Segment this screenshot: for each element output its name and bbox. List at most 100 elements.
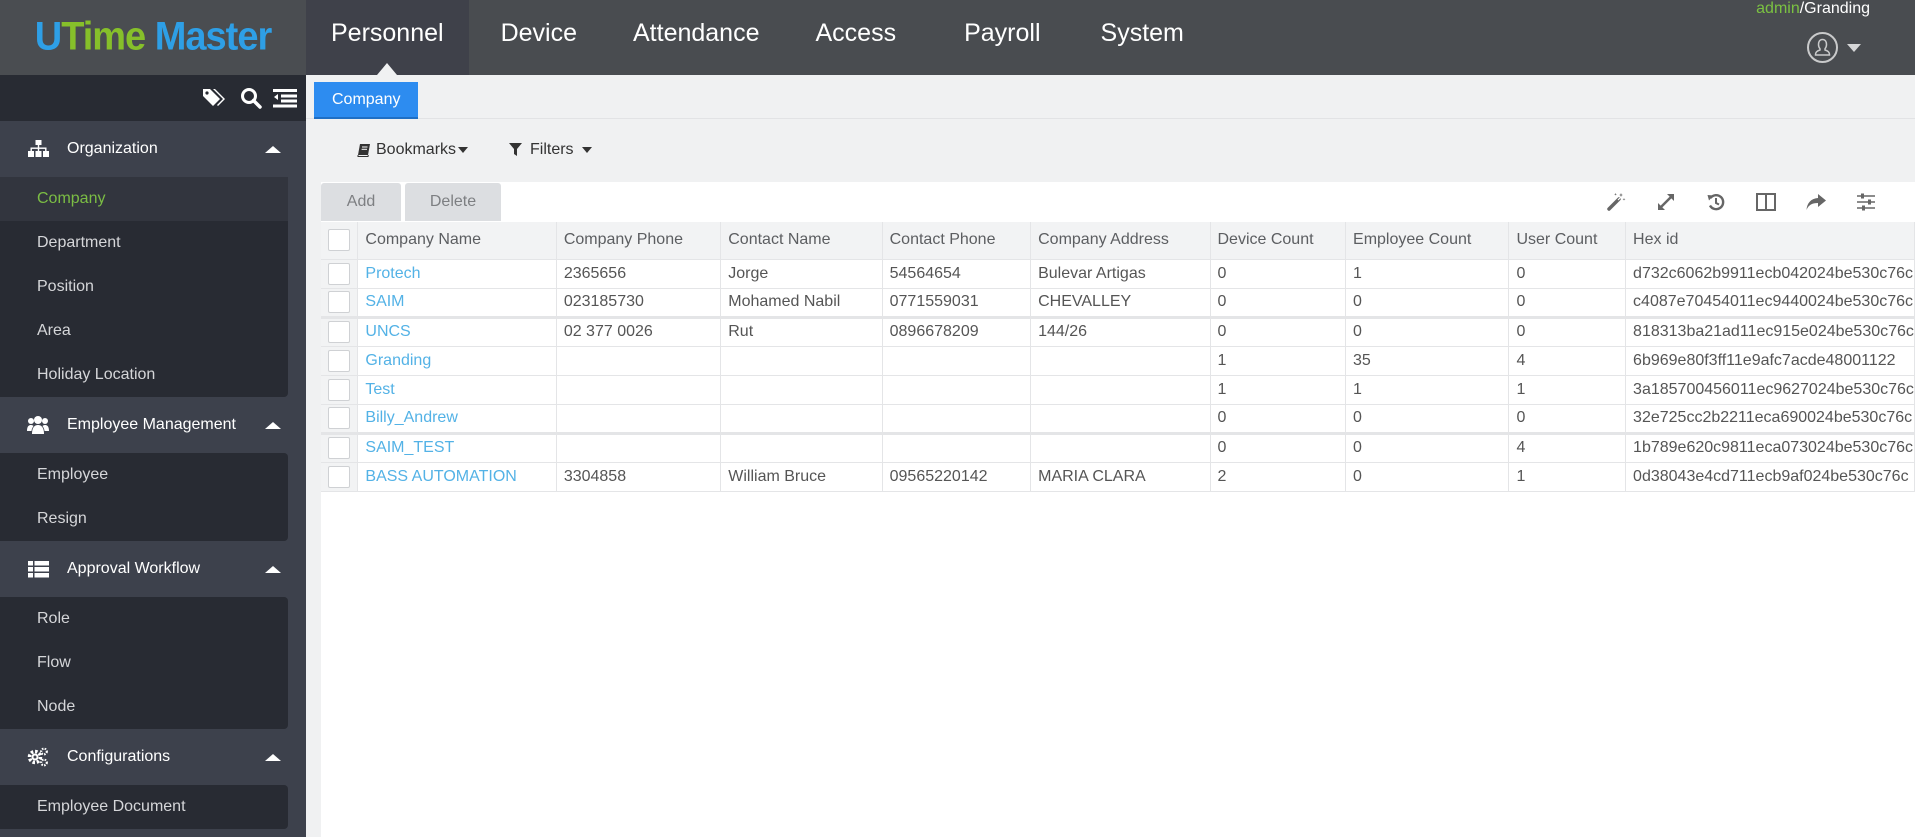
row-checkbox[interactable] [328,465,350,488]
users-icon [27,415,49,435]
history-icon[interactable] [1704,190,1728,214]
cell-hex-id: 6b969e80f3ff11e9afc7acde48001122 [1625,346,1915,376]
table-row[interactable]: Test 1 1 1 3a185700456011ec9627024be530c76c [321,375,1915,405]
column-header-contact-phone[interactable]: Contact Phone [882,222,1032,260]
nav-attendance[interactable]: Attendance [607,0,786,75]
cell-company-name: BASS AUTOMATION [357,462,557,492]
sidebar-item-role[interactable]: Role [0,597,288,641]
nav-label: Personnel [331,19,444,47]
caret-up-icon[interactable] [265,566,281,573]
sidebar-item-flow[interactable]: Flow [0,641,288,685]
sliders-icon[interactable] [1854,190,1878,214]
nav-payroll[interactable]: Payroll [938,0,1066,75]
column-header-employee-count[interactable]: Employee Count [1345,222,1510,260]
column-header-user-count[interactable]: User Count [1508,222,1627,260]
cell-company-phone: 2365656 [556,259,722,289]
delete-button[interactable]: Delete [405,183,501,221]
company-name-link[interactable]: Protech [365,265,420,282]
sidebar-item-position[interactable]: Position [0,265,288,309]
column-header-device-count[interactable]: Device Count [1210,222,1347,260]
sidebar-group-items: Employee Document [0,785,288,829]
table-row[interactable]: SAIM 023185730 Mohamed Nabil 0771559031 CHEV… [321,288,1915,319]
caret-up-icon[interactable] [265,422,281,429]
collapse-menu-icon[interactable] [273,88,297,113]
sitemap-icon [27,139,49,159]
column-header-hex-id[interactable]: Hex id [1625,222,1915,260]
cell-hex-id: d732c6062b9911ecb042024be530c76c [1625,259,1915,289]
search-icon[interactable] [240,87,262,114]
nav-personnel[interactable]: Personnel [306,0,469,75]
sidebar-group-header-approval-workflow[interactable]: Approval Workflow [0,541,306,597]
cell-company-phone: 02 377 0026 [556,317,722,347]
user-circle-icon[interactable] [1807,32,1838,63]
company-name-link[interactable]: Granding [365,352,431,369]
sidebar-item-label: Company [37,190,106,207]
sidebar-item-resign[interactable]: Resign [0,497,288,541]
row-checkbox[interactable] [328,321,350,343]
row-checkbox[interactable] [328,378,350,401]
table-row[interactable]: Billy_Andrew 0 0 0 32e725cc2b2211eca690024be… [321,404,1915,435]
sidebar-group-header-configurations[interactable]: Configurations [0,729,306,785]
caret-down-icon[interactable] [1847,44,1861,52]
nav-access[interactable]: Access [790,0,923,75]
cell-company-phone: 3304858 [556,462,722,492]
cell-company-address [1030,433,1211,463]
sidebar-group-items: Company Department Position Area Holiday… [0,177,288,397]
expand-icon[interactable] [1654,190,1678,214]
table-row[interactable]: Granding 1 35 4 6b969e80f3ff11e9afc7acde4800… [321,346,1915,376]
company-name-link[interactable]: UNCS [365,323,410,340]
cell-contact-phone [882,375,1032,405]
cell-employee-count: 0 [1345,404,1510,435]
tab-company[interactable]: Company [314,82,419,119]
cell-user-count: 1 [1508,375,1627,405]
columns-icon[interactable] [1754,190,1778,214]
column-header-company-address[interactable]: Company Address [1030,222,1211,260]
top-header: UTime Master Personnel Device Attendance… [0,0,1915,75]
cell-device-count: 2 [1210,462,1347,492]
cell-hex-id: c4087e70454011ec9440024be530c76c [1625,288,1915,319]
cell-company-name: Test [357,375,557,405]
company-name-link[interactable]: SAIM [365,293,404,310]
company-name-link[interactable]: SAIM_TEST [365,439,454,456]
table-row[interactable]: Protech 2365656 Jorge 54564654 Bulevar Artig… [321,259,1915,289]
sidebar-item-node[interactable]: Node [0,685,288,729]
share-icon[interactable] [1804,190,1828,214]
filters-button[interactable]: Filters [509,135,592,165]
sidebar-group-items: Role Flow Node [0,597,288,729]
sidebar-item-department[interactable]: Department [0,221,288,265]
cell-contact-phone [882,346,1032,376]
company-name-link[interactable]: Billy_Andrew [365,409,457,426]
row-checkbox[interactable] [328,291,350,313]
app-logo[interactable]: UTime Master [0,0,306,75]
row-select-cell [321,288,359,319]
caret-up-icon[interactable] [265,146,281,153]
column-header-company-phone[interactable]: Company Phone [556,222,722,260]
row-checkbox[interactable] [328,437,350,459]
select-all-checkbox[interactable] [328,229,350,252]
column-header-company-name[interactable]: Company Name [357,222,557,260]
row-checkbox[interactable] [328,262,350,285]
row-checkbox[interactable] [328,349,350,372]
company-name-link[interactable]: BASS AUTOMATION [365,468,516,485]
nav-device[interactable]: Device [475,0,603,75]
caret-up-icon[interactable] [265,754,281,761]
sidebar-item-holiday-location[interactable]: Holiday Location [0,353,288,397]
sidebar-group-header-organization[interactable]: Organization [0,121,306,177]
tags-icon[interactable] [202,87,228,114]
page-tab-bar: Company [306,75,1915,119]
magic-wand-icon[interactable] [1604,190,1628,214]
add-button[interactable]: Add [321,183,401,221]
sidebar-group-header-employee-management[interactable]: Employee Management [0,397,306,453]
table-row[interactable]: SAIM_TEST 0 0 4 1b789e620c9811eca073024be530… [321,433,1915,463]
sidebar-item-company[interactable]: Company [0,177,288,221]
nav-system[interactable]: System [1075,0,1210,75]
sidebar-item-employee[interactable]: Employee [0,453,288,497]
bookmarks-button[interactable]: Bookmarks [357,135,469,165]
column-header-contact-name[interactable]: Contact Name [720,222,883,260]
table-row[interactable]: BASS AUTOMATION 3304858 William Bruce 09565… [321,462,1915,492]
sidebar-item-employee-document[interactable]: Employee Document [0,785,288,829]
company-name-link[interactable]: Test [365,381,394,398]
table-row[interactable]: UNCS 02 377 0026 Rut 0896678209 144/26 0 0 0 818… [321,317,1915,347]
sidebar-item-area[interactable]: Area [0,309,288,353]
row-checkbox[interactable] [328,407,350,429]
